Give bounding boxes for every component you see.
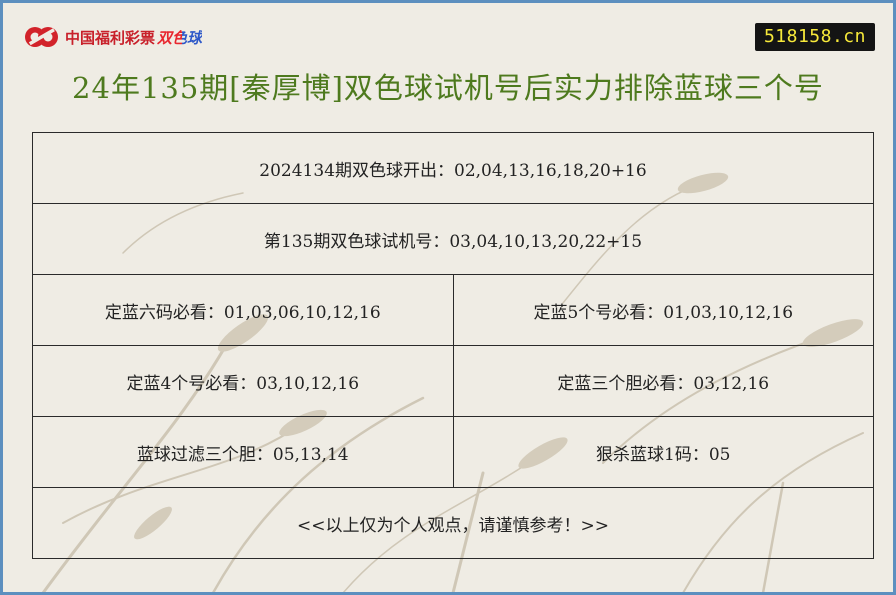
- table-row: 定蓝六码必看：01,03,06,10,12,16 定蓝5个号必看：01,03,1…: [32, 274, 874, 346]
- trial-number-cell: 第135期双色球试机号：03,04,10,13,20,22+15: [32, 203, 874, 275]
- page-title: 24年135期[秦厚博]双色球试机号后实力排除蓝球三个号: [72, 71, 824, 105]
- poster-frame: 中国福利彩票 双色球 518158.cn 24年135期[秦厚博]双色球试机号后…: [0, 0, 896, 595]
- logo-ssq-label: 双色球: [157, 28, 203, 47]
- table-row: 第135期双色球试机号：03,04,10,13,20,22+15: [32, 203, 874, 275]
- blue-six-cell: 定蓝六码必看：01,03,06,10,12,16: [32, 274, 454, 346]
- blue-kill-cell: 狠杀蓝球1码：05: [452, 416, 874, 488]
- table-row: 2024134期双色球开出：02,04,13,16,18,20+16: [32, 132, 874, 204]
- welfare-lottery-logo-icon: [25, 27, 58, 47]
- logo-text: 中国福利彩票: [65, 28, 156, 47]
- blue-four-cell: 定蓝4个号必看：03,10,12,16: [32, 345, 454, 417]
- table-row: <<以上仅为个人观点，请谨慎参考！>>: [32, 487, 874, 559]
- table-row: 定蓝4个号必看：03,10,12,16 定蓝三个胆必看：03,12,16: [32, 345, 874, 417]
- disclaimer-cell: <<以上仅为个人观点，请谨慎参考！>>: [32, 487, 874, 559]
- blue-five-cell: 定蓝5个号必看：01,03,10,12,16: [452, 274, 874, 346]
- site-url-badge[interactable]: 518158.cn: [754, 23, 875, 51]
- prediction-table: 2024134期双色球开出：02,04,13,16,18,20+16 第135期…: [32, 132, 874, 559]
- last-draw-cell: 2024134期双色球开出：02,04,13,16,18,20+16: [32, 132, 874, 204]
- table-row: 蓝球过滤三个胆：05,13,14 狠杀蓝球1码：05: [32, 416, 874, 488]
- blue-filter-cell: 蓝球过滤三个胆：05,13,14: [32, 416, 454, 488]
- lottery-logo: 中国福利彩票 双色球: [23, 23, 202, 51]
- blue-three-cell: 定蓝三个胆必看：03,12,16: [452, 345, 874, 417]
- logo-ssq-text: 双色球: [157, 27, 202, 48]
